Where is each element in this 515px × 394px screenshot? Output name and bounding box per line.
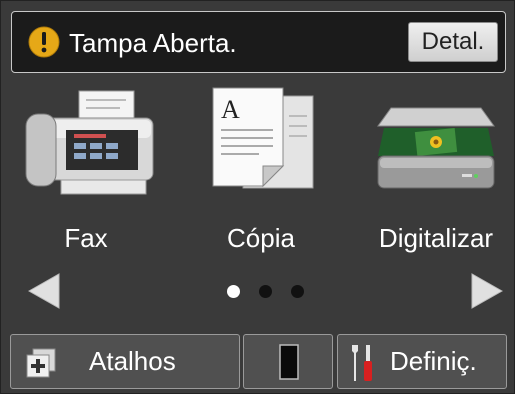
settings-tools-icon xyxy=(352,345,372,381)
toner-button[interactable] xyxy=(243,334,333,389)
scanner-icon xyxy=(377,107,495,189)
next-page-arrow-icon[interactable] xyxy=(470,272,504,310)
page-dot-active xyxy=(227,285,240,298)
scan-tile[interactable]: Digitalizar xyxy=(361,86,511,261)
copy-icon: A xyxy=(212,87,314,189)
shortcuts-plus-icon xyxy=(26,348,56,378)
bottom-bar: Atalhos Definiç. xyxy=(1,331,514,393)
page-dot xyxy=(291,285,304,298)
copy-tile[interactable]: A Cópia xyxy=(186,86,336,261)
printer-home-screen: Tampa Aberta. Detal. Fax A Cópia Digital… xyxy=(0,0,515,394)
toner-icon xyxy=(279,344,299,380)
previous-page-arrow-icon[interactable] xyxy=(27,272,61,310)
shortcuts-button[interactable]: Atalhos xyxy=(10,334,240,389)
warning-icon xyxy=(28,26,60,58)
page-indicator xyxy=(225,285,307,299)
settings-button[interactable]: Definiç. xyxy=(337,334,507,389)
status-bar: Tampa Aberta. Detal. xyxy=(11,11,506,73)
svg-text:A: A xyxy=(221,95,240,124)
scan-label: Digitalizar xyxy=(378,223,494,253)
fax-tile[interactable]: Fax xyxy=(11,86,161,261)
fax-label: Fax xyxy=(64,223,108,253)
copy-label: Cópia xyxy=(227,223,295,253)
fax-icon xyxy=(25,90,154,195)
details-button[interactable]: Detal. xyxy=(408,22,498,62)
shortcuts-label: Atalhos xyxy=(89,346,176,376)
settings-label: Definiç. xyxy=(390,346,477,376)
page-dot xyxy=(259,285,272,298)
status-message: Tampa Aberta. xyxy=(69,28,237,58)
